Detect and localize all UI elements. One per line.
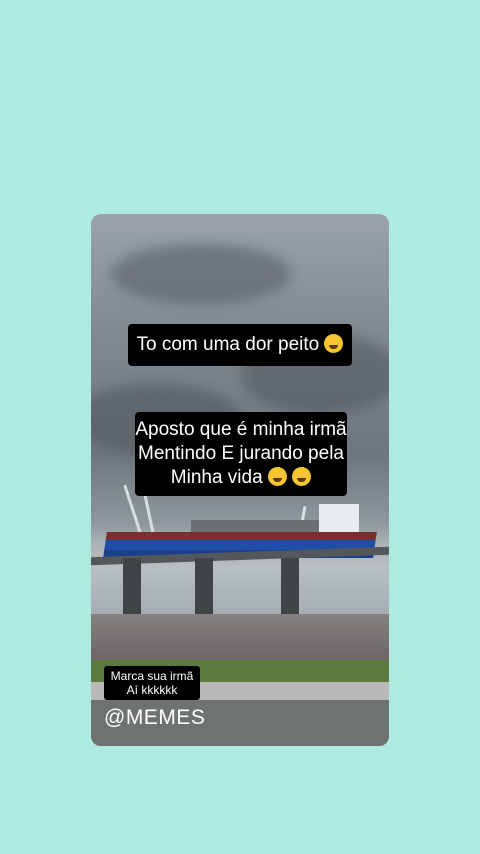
bridge-pillar <box>281 558 299 622</box>
watermark: @MEMES <box>104 706 206 729</box>
ship-tower <box>319 504 359 534</box>
caption-main-line2: Mentindo E jurando pela <box>138 443 344 464</box>
road <box>91 614 389 660</box>
bridge-pillar <box>123 558 141 622</box>
caption-main-line1: Aposto que é minha irmã <box>135 419 347 440</box>
story-card[interactable]: To com uma dor peito Aposto que é minha … <box>91 214 389 746</box>
laughing-tears-face-icon <box>267 467 287 486</box>
caption-main-line3: Minha vida <box>135 466 347 490</box>
tag-sticker: Marca sua irmã Aí kkkkkk <box>104 666 200 700</box>
caption-main: Aposto que é minha irmã Mentindo E juran… <box>135 412 347 496</box>
caption-top: To com uma dor peito <box>128 324 352 366</box>
bridge-pillar <box>195 558 213 622</box>
worried-face-icon <box>324 334 344 353</box>
tag-line1: Marca sua irmã <box>110 669 194 683</box>
tag-line2: Aí kkkkkk <box>126 683 178 697</box>
caption-top-text: To com uma dor peito <box>136 334 320 355</box>
caption-main-line3-text: Minha vida <box>170 467 263 488</box>
cloud-decoration <box>111 244 291 304</box>
laughing-tears-face-icon <box>292 467 312 486</box>
